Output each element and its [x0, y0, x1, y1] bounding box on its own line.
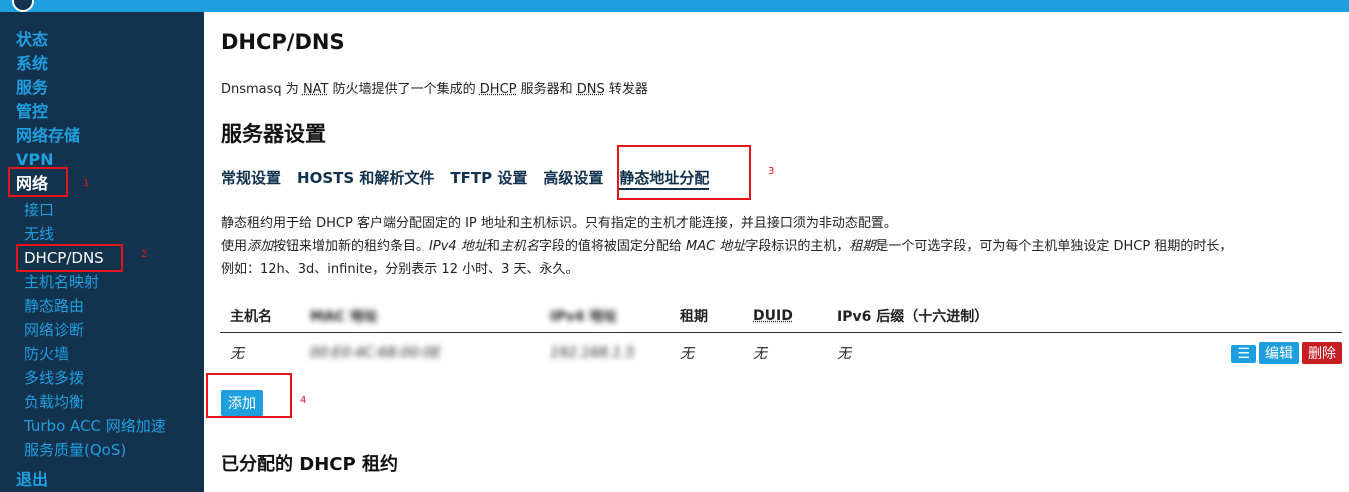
annotation-box-4	[206, 373, 292, 418]
page-description: Dnsmasq 为 NAT 防火墙提供了一个集成的 DHCP 服务器和 DNS …	[221, 78, 648, 97]
sidebar-item-firewall[interactable]: 防火墙	[24, 342, 69, 366]
annotation-label-3: 3	[768, 166, 775, 177]
sidebar-item-hostnames[interactable]: 主机名映射	[24, 270, 99, 294]
annotation-label-1: 1	[83, 178, 90, 189]
info-line-3: 例如：12h、3d、infinite，分别表示 12 小时、3 天、永久。	[221, 262, 579, 277]
tab-advanced[interactable]: 高级设置	[543, 167, 603, 190]
col-duid: DUID	[753, 300, 837, 333]
annotation-box-1	[8, 167, 68, 197]
sidebar-item-interfaces[interactable]: 接口	[24, 198, 54, 222]
annotation-box-3	[617, 145, 751, 200]
nat-abbr: NAT	[302, 82, 329, 97]
tab-hosts[interactable]: HOSTS 和解析文件	[297, 167, 434, 190]
col-mac: MAC 地址	[310, 300, 550, 333]
col-ipv6: IPv6 后缀（十六进制）	[837, 300, 1192, 333]
col-ipv4: IPv4 地址	[550, 300, 680, 333]
sidebar-item-control[interactable]: 管控	[16, 100, 48, 124]
dhcp-abbr: DHCP	[479, 82, 517, 97]
annotation-box-2	[16, 244, 123, 272]
info-line-1: 静态租约用于给 DHCP 客户端分配固定的 IP 地址和主机标识。只有指定的主机…	[221, 216, 897, 231]
table-header-row: 主机名 MAC 地址 IPv4 地址 租期 DUID IPv6 后缀（十六进制）	[220, 300, 1342, 333]
static-leases-table: 主机名 MAC 地址 IPv4 地址 租期 DUID IPv6 后缀（十六进制）…	[220, 300, 1342, 374]
col-actions	[1192, 300, 1342, 333]
info-text: 按钮来增加新的租约条目。	[273, 239, 430, 254]
desc-text: Dnsmasq 为	[221, 82, 303, 97]
main-content: DHCP/DNS Dnsmasq 为 NAT 防火墙提供了一个集成的 DHCP …	[204, 12, 1349, 492]
sidebar-item-qos[interactable]: 服务质量(QoS)	[24, 438, 126, 462]
info-em: IPv4 地址	[429, 239, 487, 254]
cell-ipv4: 192.168.1.5	[550, 345, 635, 362]
dns-abbr: DNS	[576, 82, 605, 97]
cell-duid: 无	[753, 346, 767, 363]
assigned-leases-title: 已分配的 DHCP 租约	[221, 454, 398, 475]
table-row: 无 00:E0:4C:68:00:0E 192.168.1.5 无 无 无 ☰ 编…	[220, 332, 1342, 374]
sidebar-item-static-routes[interactable]: 静态路由	[24, 294, 84, 318]
desc-text: 转发器	[604, 82, 648, 97]
cell-hostname: 无	[230, 346, 244, 363]
section-title: 服务器设置	[221, 122, 326, 146]
cell-ipv6: 无	[837, 346, 851, 363]
static-lease-info: 静态租约用于给 DHCP 客户端分配固定的 IP 地址和主机标识。只有指定的主机…	[221, 212, 1232, 281]
info-em: MAC 地址	[686, 239, 746, 254]
sidebar-item-logout[interactable]: 退出	[16, 468, 48, 492]
sidebar-item-turbo-acc[interactable]: Turbo ACC 网络加速	[24, 414, 166, 438]
tab-general[interactable]: 常规设置	[221, 167, 281, 190]
top-bar	[0, 0, 1349, 12]
info-em: 租期	[849, 239, 876, 254]
info-em: 添加	[247, 239, 274, 254]
info-text: 是一个可选字段，可为每个主机单独设定 DHCP 租期的时长，	[875, 239, 1233, 254]
desc-text: 服务器和	[516, 82, 577, 97]
sidebar-item-services[interactable]: 服务	[16, 76, 48, 100]
delete-button[interactable]: 删除	[1302, 342, 1342, 365]
cell-mac: 00:E0:4C:68:00:0E	[310, 345, 442, 362]
annotation-label-4: 4	[300, 395, 307, 406]
info-text: 和	[486, 239, 500, 254]
tab-tftp[interactable]: TFTP 设置	[450, 167, 527, 190]
info-em: 主机名	[499, 239, 539, 254]
info-line-2: 使用添加按钮来增加新的租约条目。IPv4 地址和主机名字段的值将被固定分配给 M…	[221, 235, 1232, 258]
cell-lease: 无	[680, 346, 694, 363]
col-lease: 租期	[680, 300, 753, 333]
page-title: DHCP/DNS	[221, 30, 345, 54]
sidebar-item-diagnostics[interactable]: 网络诊断	[24, 318, 84, 342]
sidebar-item-load-balance[interactable]: 负载均衡	[24, 390, 84, 414]
sidebar-item-storage[interactable]: 网络存储	[16, 124, 80, 148]
edit-button[interactable]: 编辑	[1259, 342, 1299, 365]
reorder-button[interactable]: ☰	[1231, 345, 1256, 364]
sidebar-item-system[interactable]: 系统	[16, 52, 48, 76]
sidebar-item-status[interactable]: 状态	[16, 28, 48, 52]
sidebar-item-multiwan[interactable]: 多线多拨	[24, 366, 84, 390]
cell-actions: ☰ 编辑 删除	[1192, 332, 1342, 374]
info-text: 字段的值将被固定分配给	[538, 239, 686, 254]
desc-text: 防火墙提供了一个集成的	[328, 82, 480, 97]
col-hostname: 主机名	[220, 300, 310, 333]
info-text: 使用	[221, 239, 248, 254]
sidebar-item-wireless[interactable]: 无线	[24, 222, 54, 246]
info-text: 字段标识的主机，	[745, 239, 850, 254]
annotation-label-2: 2	[141, 249, 148, 260]
